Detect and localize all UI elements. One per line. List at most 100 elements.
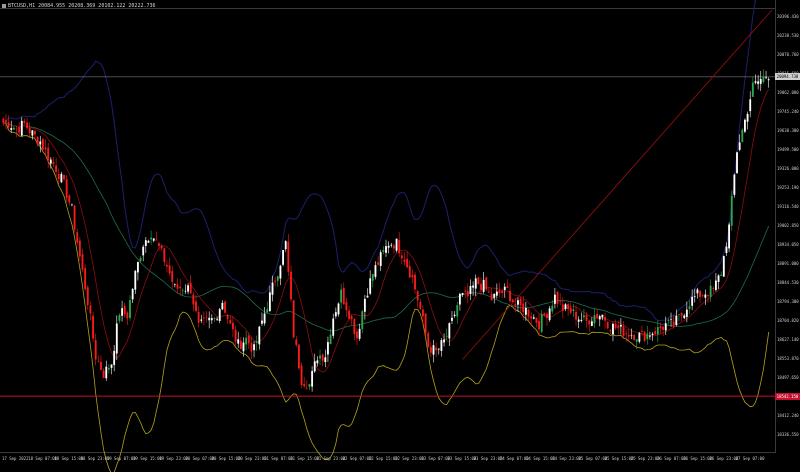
candle-body bbox=[406, 258, 409, 268]
candle-body bbox=[297, 344, 300, 369]
candle-body bbox=[530, 316, 533, 319]
candle-body bbox=[569, 307, 572, 313]
candle-body bbox=[15, 128, 18, 130]
candle-body bbox=[166, 264, 168, 267]
candle-body bbox=[208, 317, 211, 321]
candle-body bbox=[197, 312, 200, 323]
candle-body bbox=[485, 277, 488, 290]
candle-body bbox=[546, 313, 548, 318]
candle-body bbox=[501, 290, 504, 293]
candle-body bbox=[746, 113, 749, 122]
time-tick-label: 18 Sep 07:00 bbox=[28, 456, 58, 461]
candle-body bbox=[28, 127, 31, 134]
candle-body bbox=[84, 268, 87, 290]
price-tick-label: 18891.000 bbox=[777, 261, 799, 266]
time-tick-label: 22 Sep 15:00 bbox=[368, 456, 398, 461]
candle-body bbox=[495, 291, 498, 296]
time-axis[interactable]: 17 Sep 2022 18 Sep 07:00 18 Sep 15:00 18 Se… bbox=[0, 452, 776, 472]
candle-body bbox=[18, 127, 21, 133]
candle-body bbox=[253, 344, 255, 351]
candle-body bbox=[691, 296, 694, 306]
candle-body bbox=[266, 309, 269, 313]
candle-body bbox=[163, 248, 166, 262]
candle-body bbox=[139, 258, 142, 262]
candle-body bbox=[134, 270, 137, 290]
candle-body bbox=[596, 313, 599, 318]
candle-body bbox=[321, 354, 324, 361]
time-tick-label: 19 Sep 23:00 bbox=[159, 456, 189, 461]
candle-body bbox=[118, 315, 121, 321]
candle-body bbox=[461, 293, 464, 295]
chart-window[interactable]: BTCUSD,H1 20084.955 20208.369 20102.122 … bbox=[0, 0, 800, 472]
candle-body bbox=[382, 250, 385, 252]
candle-body bbox=[651, 333, 654, 336]
candle-body bbox=[656, 327, 659, 335]
candle-body bbox=[23, 120, 26, 123]
candle-body bbox=[242, 342, 245, 352]
candle-body bbox=[73, 205, 76, 230]
candle-body bbox=[229, 319, 232, 324]
candle-body bbox=[398, 240, 401, 254]
candle-body bbox=[68, 195, 71, 203]
candle-body bbox=[226, 314, 229, 319]
candle-body bbox=[564, 304, 567, 310]
candle-body bbox=[374, 265, 377, 277]
candle-body bbox=[670, 318, 672, 320]
price-tick-label: 19116.540 bbox=[777, 204, 799, 209]
candle-body bbox=[202, 317, 205, 319]
price-tick-label: 18412.240 bbox=[777, 413, 799, 418]
candle-body bbox=[218, 309, 221, 321]
candle-body bbox=[664, 323, 667, 331]
candle-body bbox=[693, 296, 696, 297]
candle-body bbox=[224, 301, 226, 313]
candle-body bbox=[295, 339, 298, 346]
candle-body bbox=[81, 254, 84, 270]
candle-body bbox=[503, 286, 506, 290]
candle-body bbox=[348, 310, 350, 319]
price-chart[interactable] bbox=[0, 0, 800, 472]
candle-body bbox=[308, 384, 311, 387]
candle-body bbox=[160, 245, 163, 249]
candle-body bbox=[337, 303, 340, 315]
candle-body bbox=[575, 311, 577, 320]
candle-body bbox=[258, 326, 261, 345]
candle-body bbox=[181, 289, 184, 291]
time-tick-label: 20 Sep 15:00 bbox=[211, 456, 241, 461]
candle-body bbox=[287, 241, 290, 272]
candle-body bbox=[60, 173, 63, 183]
candle-body bbox=[725, 246, 728, 253]
candle-body bbox=[176, 284, 179, 289]
candle-body bbox=[144, 240, 147, 246]
candle-body bbox=[268, 292, 271, 311]
candle-body bbox=[440, 340, 443, 351]
candle-body bbox=[532, 317, 535, 319]
candle-body bbox=[472, 285, 475, 288]
candle-body bbox=[366, 295, 369, 298]
candle-body bbox=[205, 316, 208, 318]
candle-body bbox=[490, 293, 493, 301]
price-axis[interactable]: 20396.43020238.53020070.76019915.6801986… bbox=[775, 0, 800, 452]
candle-body bbox=[451, 317, 453, 321]
time-tick-label: 22 Sep 23:00 bbox=[395, 456, 424, 461]
symbol-ohlc-text: BTCUSD,H1 20084.955 20208.369 20102.122 … bbox=[8, 3, 156, 9]
price-tick-label: 19326.000 bbox=[777, 166, 799, 171]
time-tick-label: 23 Sep 15:00 bbox=[447, 456, 477, 461]
candle-body bbox=[261, 320, 263, 324]
candle-body bbox=[704, 294, 707, 298]
candle-body bbox=[477, 277, 480, 285]
candle-body bbox=[136, 261, 139, 273]
candle-body bbox=[271, 282, 274, 295]
candle-body bbox=[276, 276, 279, 281]
candle-body bbox=[2, 118, 5, 123]
candle-body bbox=[34, 130, 36, 135]
symbol-menu-icon[interactable] bbox=[2, 3, 6, 8]
current-price-tag: 20094.738 bbox=[775, 73, 800, 81]
candle-body bbox=[350, 316, 353, 320]
candle-body bbox=[121, 308, 124, 316]
candle-body bbox=[184, 290, 187, 292]
candle-body bbox=[290, 271, 292, 300]
candle-body bbox=[239, 340, 242, 349]
candle-body bbox=[105, 366, 108, 379]
candle-body bbox=[113, 350, 116, 365]
time-tick-label: 17 Sep 2022 bbox=[2, 456, 29, 461]
